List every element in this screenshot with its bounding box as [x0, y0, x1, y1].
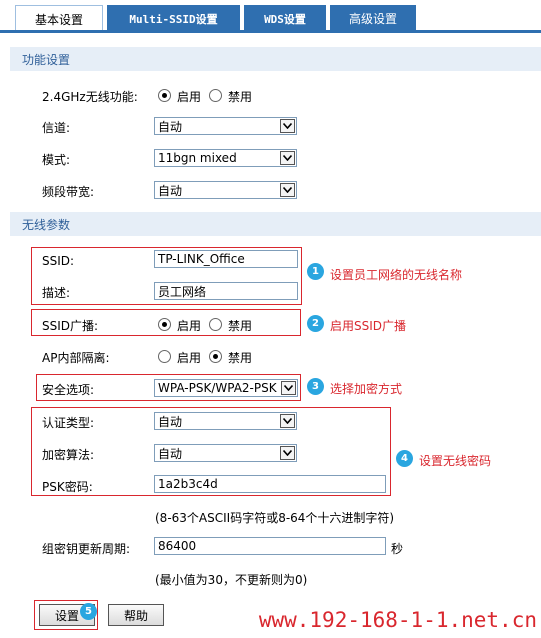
annotation-badge-2: 2 [307, 315, 324, 332]
auth-type-select[interactable]: 自动 [154, 412, 297, 430]
tab-label: Multi-SSID设置 [129, 12, 218, 26]
tab-label: WDS设置 [264, 12, 306, 26]
mode-value: 11bgn mixed [158, 151, 237, 165]
annotation-text-3: 选择加密方式 [330, 382, 403, 396]
cipher-value: 自动 [158, 446, 183, 461]
wireless-enable-radio[interactable] [158, 89, 171, 102]
section-title: 无线参数 [22, 217, 71, 232]
ssid-input[interactable]: TP-LINK_Office [154, 250, 298, 268]
auth-type-label: 认证类型: [42, 416, 95, 430]
annotation-badge-1: 1 [307, 263, 324, 280]
security-select[interactable]: WPA-PSK/WPA2-PSK [154, 379, 298, 397]
wireless-disable-label: 禁用 [228, 90, 253, 104]
tab-basic-settings[interactable]: 基本设置 [15, 5, 103, 33]
bandwidth-label: 频段带宽: [42, 185, 95, 199]
rekey-input[interactable]: 86400 [154, 537, 386, 555]
wireless-disable-radio[interactable] [209, 89, 222, 102]
section-function-header: 功能设置 [10, 47, 541, 71]
ssid-label: SSID: [42, 254, 75, 268]
tab-wds[interactable]: WDS设置 [244, 5, 326, 31]
ap-isolation-label: AP内部隔离: [42, 351, 110, 365]
tab-label: 基本设置 [34, 13, 83, 27]
mode-select[interactable]: 11bgn mixed [154, 149, 297, 167]
ssid-broadcast-label: SSID广播: [42, 319, 99, 333]
psk-hint: (8-63个ASCII码字符或8-64个十六进制字符) [155, 511, 395, 525]
tab-underline [0, 30, 541, 33]
isolation-enable-label: 启用 [177, 351, 202, 365]
section-title: 功能设置 [22, 52, 71, 67]
chevron-down-icon [281, 381, 296, 395]
isolation-enable-radio[interactable] [158, 350, 171, 363]
bandwidth-value: 自动 [158, 183, 183, 198]
help-button[interactable]: 帮助 [108, 604, 164, 626]
annotation-text-1: 设置员工网络的无线名称 [330, 268, 463, 282]
mode-label: 模式: [42, 153, 71, 167]
wireless-function-label: 2.4GHz无线功能: [42, 90, 138, 104]
chevron-down-icon [280, 414, 295, 428]
auth-type-value: 自动 [158, 414, 183, 429]
psk-label: PSK密码: [42, 480, 93, 494]
rekey-label: 组密钥更新周期: [42, 542, 131, 556]
channel-value: 自动 [158, 119, 183, 134]
site-watermark: www.192-168-1-1.net.cn [258, 608, 537, 632]
annotation-badge-5: 5 [80, 603, 97, 620]
security-value: WPA-PSK/WPA2-PSK [158, 381, 277, 395]
chevron-down-icon [280, 151, 295, 165]
broadcast-disable-radio[interactable] [209, 318, 222, 331]
wireless-enable-label: 启用 [177, 90, 202, 104]
rekey-hint: (最小值为30，不更新则为0) [155, 573, 308, 587]
channel-label: 信道: [42, 121, 71, 135]
annotation-badge-4: 4 [396, 450, 413, 467]
security-label: 安全选项: [42, 383, 95, 397]
broadcast-disable-label: 禁用 [228, 319, 253, 333]
chevron-down-icon [280, 183, 295, 197]
annotation-text-2: 启用SSID广播 [330, 319, 407, 333]
cipher-label: 加密算法: [42, 448, 95, 462]
desc-input[interactable]: 员工网络 [154, 282, 298, 300]
chevron-down-icon [280, 446, 295, 460]
desc-label: 描述: [42, 286, 71, 300]
tab-bar: 基本设置 Multi-SSID设置 WDS设置 高级设置 [0, 0, 541, 33]
chevron-down-icon [280, 119, 295, 133]
tab-label: 高级设置 [348, 12, 397, 26]
cipher-select[interactable]: 自动 [154, 444, 297, 462]
rekey-unit: 秒 [391, 542, 404, 556]
channel-select[interactable]: 自动 [154, 117, 297, 135]
psk-input[interactable]: 1a2b3c4d [154, 475, 386, 493]
annotation-text-4: 设置无线密码 [419, 454, 492, 468]
bandwidth-select[interactable]: 自动 [154, 181, 297, 199]
tab-multi-ssid[interactable]: Multi-SSID设置 [107, 5, 240, 31]
tab-advanced[interactable]: 高级设置 [330, 5, 416, 31]
annotation-badge-3: 3 [307, 378, 324, 395]
broadcast-enable-radio[interactable] [158, 318, 171, 331]
section-wireless-header: 无线参数 [10, 212, 541, 236]
broadcast-enable-label: 启用 [177, 319, 202, 333]
isolation-disable-label: 禁用 [228, 351, 253, 365]
isolation-disable-radio[interactable] [209, 350, 222, 363]
